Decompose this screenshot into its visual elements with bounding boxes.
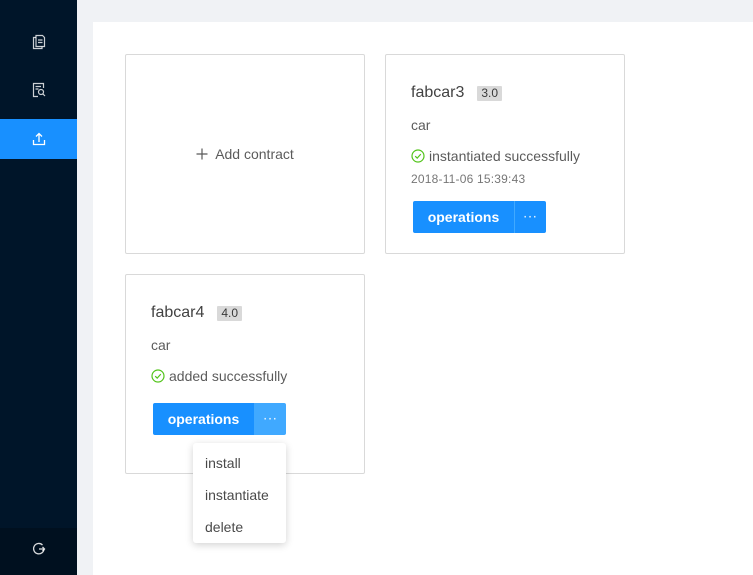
sidebar (0, 0, 77, 575)
operations-button[interactable]: operations (153, 403, 254, 435)
contract-status: instantiated successfully (411, 146, 614, 166)
add-contract-label: Add contract (215, 146, 294, 162)
sidebar-item-contracts[interactable] (0, 22, 77, 62)
file-search-icon (32, 82, 46, 98)
contract-card: fabcar3 3.0 car instantiated successfull… (385, 54, 625, 254)
sidebar-item-query[interactable] (0, 70, 77, 110)
status-text: added successfully (169, 368, 288, 384)
check-circle-icon (411, 149, 425, 163)
check-circle-icon (151, 369, 165, 383)
status-text: instantiated successfully (429, 148, 580, 164)
operations-button-group: operations ··· (153, 403, 286, 435)
copy-icon (32, 34, 46, 50)
logout-button[interactable] (0, 528, 77, 575)
logout-icon (32, 542, 46, 561)
menu-item-instantiate[interactable]: instantiate (193, 479, 286, 511)
contract-name: fabcar3 (411, 84, 465, 101)
menu-item-install[interactable]: install (193, 447, 286, 479)
upload-icon (32, 132, 46, 146)
operations-dropdown-menu: install instantiate delete (193, 443, 286, 543)
more-options-button[interactable]: ··· (514, 201, 546, 233)
contract-status: added successfully (151, 366, 354, 386)
more-options-button[interactable]: ··· (254, 403, 286, 435)
contract-timestamp: 2018-11-06 15:39:43 (411, 172, 526, 186)
add-contract-card[interactable]: Add contract (125, 54, 365, 254)
operations-button-group: operations ··· (413, 201, 546, 233)
menu-item-delete[interactable]: delete (193, 511, 286, 543)
contract-name: fabcar4 (151, 304, 205, 321)
contract-description: car (151, 337, 171, 353)
contract-version-badge: 3.0 (477, 85, 503, 101)
operations-button[interactable]: operations (413, 201, 514, 233)
plus-icon (196, 148, 208, 160)
sidebar-item-upload[interactable] (0, 119, 77, 159)
contract-description: car (411, 117, 431, 133)
contract-version-badge: 4.0 (217, 305, 243, 321)
add-contract-button[interactable]: Add contract (196, 146, 294, 162)
